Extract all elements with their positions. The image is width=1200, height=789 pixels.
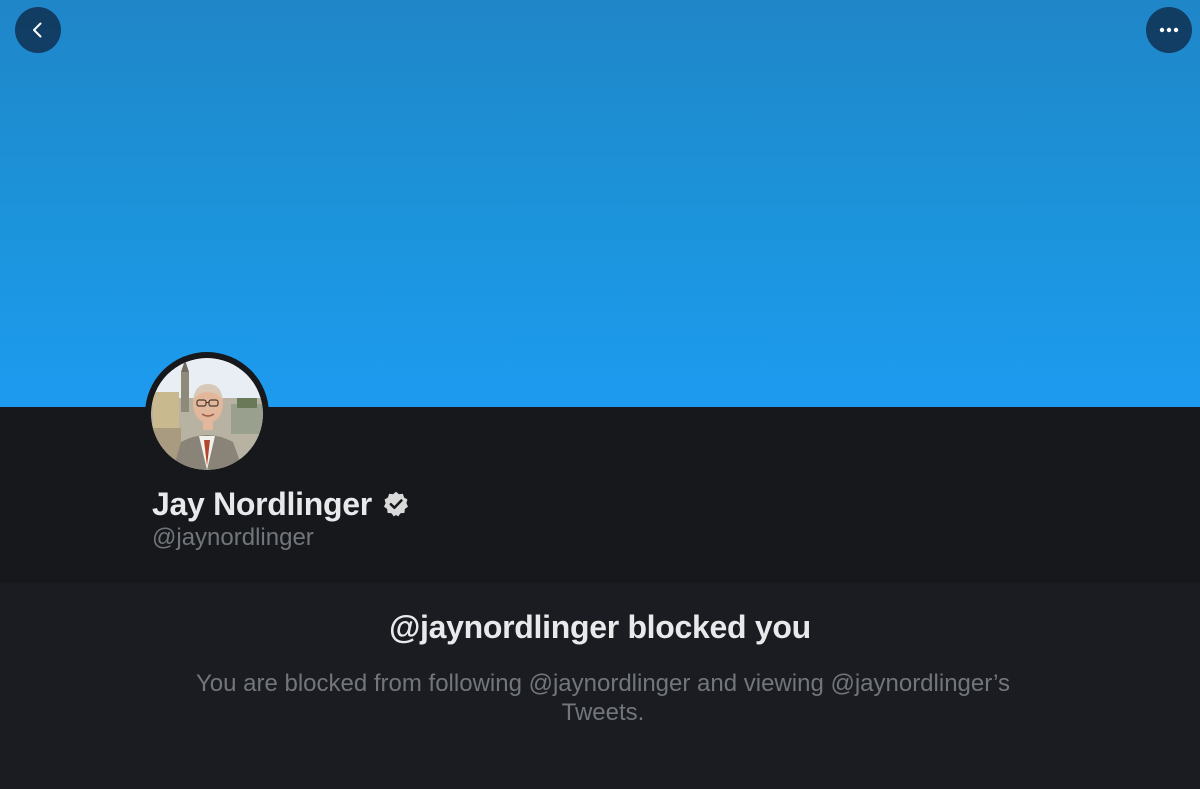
avatar[interactable]: [145, 352, 269, 476]
profile-banner: [0, 0, 1200, 407]
profile-photo: [151, 358, 263, 470]
blocked-notice: @jaynordlinger blocked you You are block…: [0, 583, 1200, 789]
more-horizontal-icon: [1159, 27, 1179, 33]
verified-badge-icon: [383, 491, 408, 517]
profile-page: Jay Nordlinger @jaynordlinger @jaynordli…: [0, 0, 1200, 789]
more-options-button[interactable]: [1146, 7, 1192, 53]
blocked-title: @jaynordlinger blocked you: [389, 609, 811, 645]
back-button[interactable]: [15, 7, 61, 53]
profile-handle: @jaynordlinger: [152, 524, 314, 551]
chevron-left-icon: [33, 22, 42, 38]
blocked-description: You are blocked from following @jaynordl…: [195, 670, 1011, 726]
display-name-row: Jay Nordlinger: [152, 484, 410, 524]
display-name: Jay Nordlinger: [152, 485, 372, 522]
